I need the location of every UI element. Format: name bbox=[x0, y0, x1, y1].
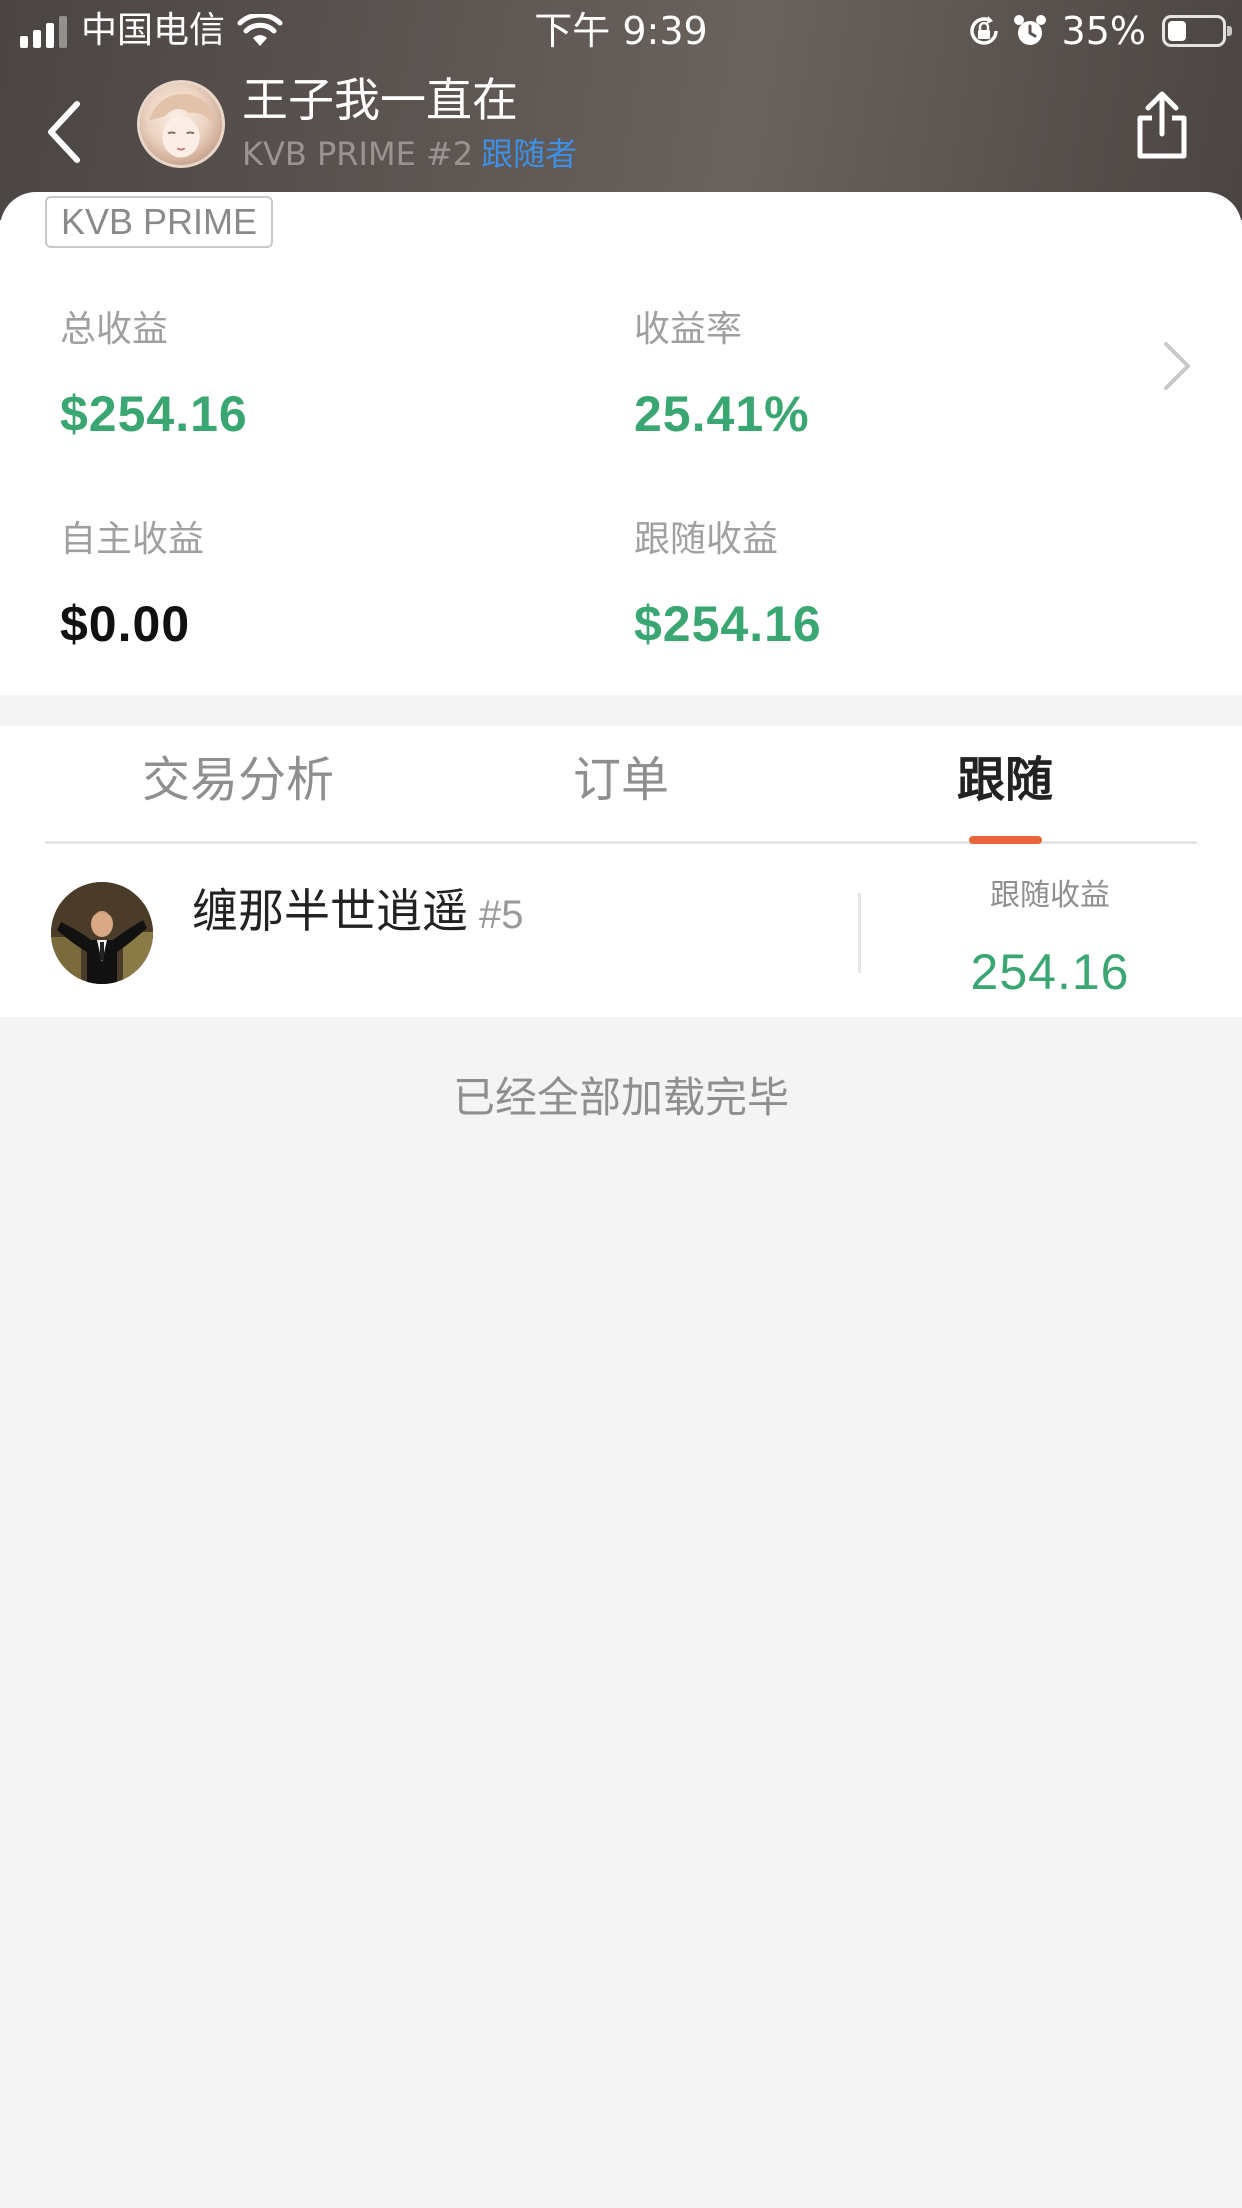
follow-profit-stat: 跟随收益 $254.16 bbox=[634, 518, 822, 654]
profit-rate-label: 收益率 bbox=[634, 309, 743, 350]
profit-rate-stat: 收益率 25.41% bbox=[634, 308, 810, 444]
alarm-icon bbox=[1013, 15, 1046, 45]
stats-card: KVB PRIME 总收益 $254.16 收益率 25.41% 自主收益 $0… bbox=[0, 192, 1242, 695]
tab-orders[interactable]: 订单 bbox=[573, 750, 669, 810]
profit-rate-value: 25.41% bbox=[634, 386, 810, 442]
share-icon bbox=[1137, 91, 1187, 159]
follower-rank: #5 bbox=[479, 893, 524, 937]
battery-percent: 35% bbox=[1061, 9, 1146, 53]
status-bar: 中国电信 下午 9:39 35% bbox=[0, 0, 1242, 62]
follow-profit-value: $254.16 bbox=[634, 596, 822, 652]
list-item[interactable]: 缠那半世逍遥 #5 跟随收益 254.16 bbox=[0, 846, 1242, 1017]
stats-detail-button[interactable] bbox=[1160, 338, 1194, 394]
tab-follow[interactable]: 跟随 bbox=[957, 750, 1053, 810]
self-profit-value: $0.00 bbox=[60, 596, 191, 652]
row-divider bbox=[858, 893, 861, 973]
status-right: 35% bbox=[966, 9, 1232, 53]
profile-rank: KVB PRIME #2 bbox=[242, 135, 474, 173]
follow-profit-label: 跟随收益 bbox=[634, 519, 779, 560]
follower-avatar bbox=[51, 882, 153, 984]
battery-icon bbox=[1162, 15, 1232, 47]
tab-trade-analysis[interactable]: 交易分析 bbox=[142, 750, 334, 810]
back-button[interactable] bbox=[36, 90, 90, 174]
total-profit-stat: 总收益 $254.16 bbox=[60, 308, 248, 444]
chevron-right-icon bbox=[1164, 342, 1190, 390]
follower-metric-label: 跟随收益 bbox=[990, 878, 1110, 913]
tabs-section: 交易分析 订单 跟随 缠那半世逍遥 #5 跟随收益 254.16 bbox=[0, 726, 1242, 1017]
share-button[interactable] bbox=[1132, 90, 1192, 162]
profile-subtitle: KVB PRIME #2 跟随者 bbox=[242, 134, 577, 174]
follower-name: 缠那半世逍遥 bbox=[192, 884, 468, 938]
rotation-lock-icon bbox=[969, 16, 998, 45]
page: 中国电信 下午 9:39 35% 王子我一直在 KVB PRIME #2 跟随者… bbox=[0, 0, 1242, 2208]
kvb-prime-badge: KVB PRIME bbox=[45, 196, 274, 248]
follower-avatar-image bbox=[51, 882, 153, 984]
battery-level-fill bbox=[1168, 21, 1186, 41]
total-profit-value: $254.16 bbox=[60, 386, 248, 442]
profile-avatar[interactable] bbox=[137, 80, 225, 168]
profile-role-link[interactable]: 跟随者 bbox=[481, 135, 577, 173]
avatar-illustration bbox=[149, 94, 215, 158]
follower-metric-value: 254.16 bbox=[970, 944, 1130, 1000]
self-profit-stat: 自主收益 $0.00 bbox=[60, 518, 204, 654]
header: 中国电信 下午 9:39 35% 王子我一直在 KVB PRIME #2 跟随者 bbox=[0, 0, 1242, 220]
load-complete-text: 已经全部加载完毕 bbox=[452, 1073, 789, 1122]
chevron-left-icon bbox=[48, 101, 80, 163]
tab-bar: 交易分析 订单 跟随 bbox=[45, 726, 1197, 844]
profile-name: 王子我一直在 bbox=[242, 73, 518, 127]
active-tab-indicator bbox=[969, 836, 1042, 844]
nav-bar: 王子我一直在 KVB PRIME #2 跟随者 bbox=[0, 70, 1242, 190]
total-profit-label: 总收益 bbox=[60, 309, 169, 350]
self-profit-label: 自主收益 bbox=[60, 519, 205, 560]
